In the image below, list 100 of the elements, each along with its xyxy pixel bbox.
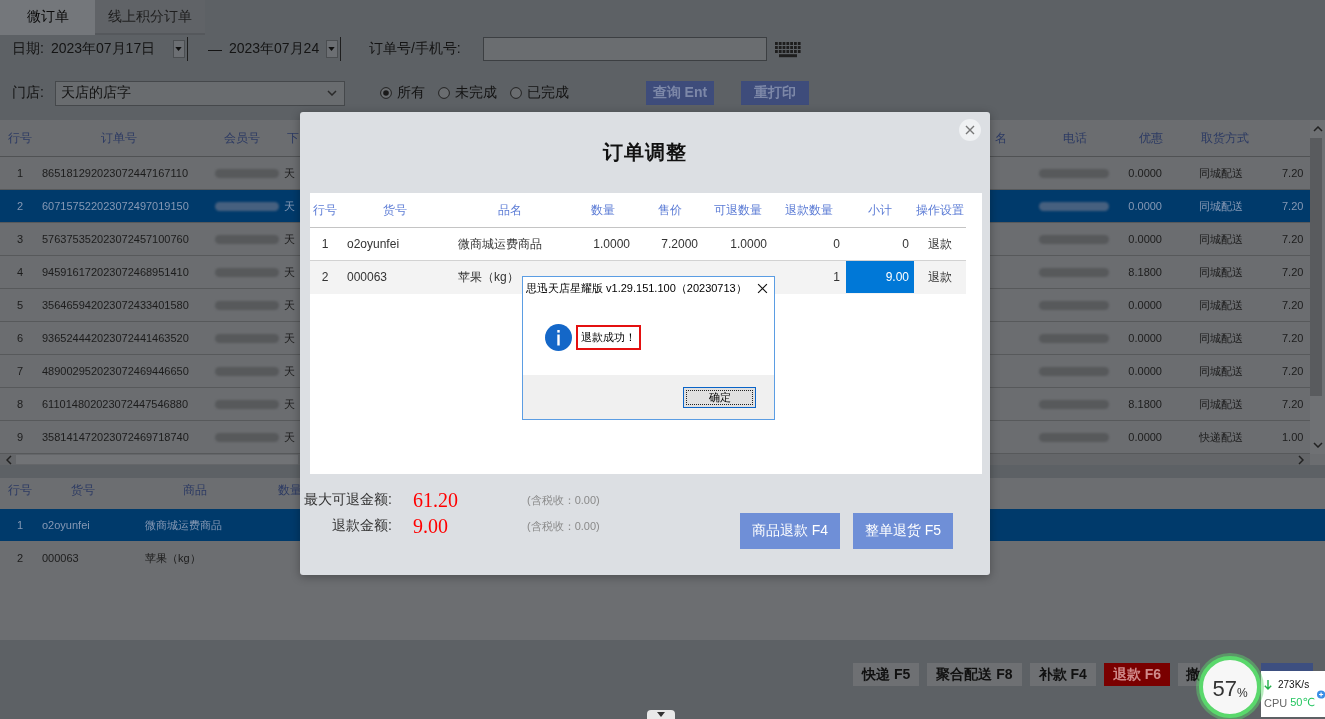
table-cell: 天 xyxy=(284,330,295,346)
cpu-label: CPU xyxy=(1264,696,1288,709)
table-cell: 天 xyxy=(284,231,295,247)
column-header: 数量 xyxy=(591,201,615,219)
table-cell: 苹果（kg） xyxy=(145,550,201,566)
gauge-value: 57 xyxy=(1212,676,1237,702)
column-header: 货号 xyxy=(70,482,95,499)
table-cell: 7.20 xyxy=(1282,266,1304,278)
table-cell: 1.00 xyxy=(1282,431,1304,443)
table-cell: 0.0000 xyxy=(1128,167,1162,179)
table-cell: 微商城运费商品 xyxy=(145,517,222,533)
table-cell: 1 xyxy=(321,237,329,251)
table-cell: 同城配送 xyxy=(1199,396,1243,412)
table-cell: 7.20 xyxy=(1282,299,1304,311)
table-cell: 7.20 xyxy=(1282,167,1304,179)
amount-label: 最大可退金额: xyxy=(303,491,392,509)
column-header: 取货方式 xyxy=(1201,129,1249,147)
table-cell: 865181292023072447167110 xyxy=(42,167,188,179)
table-cell: 0.0000 xyxy=(1128,233,1162,245)
field-label: 订单号/手机号: xyxy=(368,40,461,58)
table-cell: 8 xyxy=(16,398,24,410)
table-cell: 936524442023072441463520 xyxy=(42,332,189,344)
column-header: 电话 xyxy=(1063,129,1087,147)
column-header: 优惠 xyxy=(1139,129,1163,147)
table-cell: 0.0000 xyxy=(1128,200,1162,212)
column-header: 小计 xyxy=(868,201,892,219)
net-speed: 273K/s xyxy=(1278,679,1310,690)
amount-label: 退款金额: xyxy=(331,517,392,535)
table-cell: 同城配送 xyxy=(1199,198,1243,214)
table-cell: 0.0000 xyxy=(1128,332,1162,344)
field-label: 日期: xyxy=(12,40,44,58)
table-cell: 天 xyxy=(284,165,295,181)
table-cell: 2 xyxy=(16,200,24,212)
table-cell: 1 xyxy=(16,519,24,531)
table-cell: 2 xyxy=(16,552,24,564)
table-cell: 9 xyxy=(16,431,24,443)
amount-value: 9.00 xyxy=(413,514,449,538)
table-cell: 356465942023072433401580 xyxy=(42,299,189,311)
amount-value: 61.20 xyxy=(413,488,459,512)
tax-note: (含税收：0.00) xyxy=(527,492,600,508)
table-cell: 4 xyxy=(16,266,24,278)
table-cell: 1 xyxy=(16,167,24,179)
table-cell: 天 xyxy=(284,396,295,412)
table-cell: 天 xyxy=(284,429,295,445)
table-cell: 8.1800 xyxy=(1128,398,1162,410)
column-header: 行号 xyxy=(8,129,32,147)
table-cell: 358141472023072469718740 xyxy=(42,431,189,443)
column-header: 商品 xyxy=(183,482,207,499)
table-cell: 7.20 xyxy=(1282,200,1304,212)
column-header: 货号 xyxy=(383,201,407,219)
table-cell: 8.1800 xyxy=(1128,266,1162,278)
table-cell: 945916172023072468951410 xyxy=(42,266,189,278)
column-header: 品名 xyxy=(498,201,522,219)
table-cell: 7 xyxy=(16,365,24,377)
gauge-unit: % xyxy=(1236,686,1248,700)
table-cell: 0 xyxy=(833,237,840,251)
table-cell: 7.2000 xyxy=(661,237,698,251)
message-text: 退款成功！ xyxy=(576,324,641,350)
cpu-temp: 50℃ xyxy=(1290,696,1315,709)
table-cell: 同城配送 xyxy=(1199,297,1243,313)
table-cell: 同城配送 xyxy=(1199,330,1243,346)
table-cell: 000063 xyxy=(347,270,388,284)
table-cell: 苹果（kg） xyxy=(458,268,519,286)
table-cell: 000063 xyxy=(42,552,79,564)
table-cell: 天 xyxy=(284,198,295,214)
table-cell: o2oyunfei xyxy=(347,237,400,251)
table-cell: 天 xyxy=(284,297,295,313)
table-cell: 611014802023072447546880 xyxy=(42,398,188,410)
table-cell: 7.20 xyxy=(1282,365,1304,377)
table-cell: 7.20 xyxy=(1282,332,1304,344)
table-cell: 快递配送 xyxy=(1199,429,1243,445)
column-header: 行号 xyxy=(8,482,32,499)
table-cell: 7.20 xyxy=(1282,233,1304,245)
column-header: 行号 xyxy=(313,201,337,219)
table-cell: 同城配送 xyxy=(1199,363,1243,379)
table-cell: 0.0000 xyxy=(1128,299,1162,311)
table-cell: o2oyunfei xyxy=(42,519,90,531)
table-cell: 7.20 xyxy=(1282,398,1304,410)
column-header: 操作设置 xyxy=(916,201,964,219)
table-cell: 576375352023072457100760 xyxy=(42,233,189,245)
dialog-title: 订单调整 xyxy=(603,140,687,164)
column-header: 退款数量 xyxy=(785,201,833,219)
column-header: 名 xyxy=(995,129,1007,147)
column-header: 订单号 xyxy=(101,129,137,147)
table-cell: 6 xyxy=(16,332,24,344)
table-cell: 2 xyxy=(321,270,329,284)
table-cell: 天 xyxy=(284,264,295,280)
table-cell: 1.0000 xyxy=(730,237,767,251)
table-cell: 3 xyxy=(16,233,24,245)
table-cell: 489002952023072469446650 xyxy=(42,365,189,377)
table-cell: 同城配送 xyxy=(1199,231,1243,247)
table-cell: 1.0000 xyxy=(593,237,630,251)
table-cell: 天 xyxy=(284,363,295,379)
table-cell: 5 xyxy=(16,299,24,311)
field-label: 门店: xyxy=(12,84,44,102)
dialog-title: 思迅天店星耀版 v1.29.151.100（20230713） xyxy=(526,280,747,296)
date-separator: — xyxy=(207,41,222,57)
table-cell: 同城配送 xyxy=(1199,264,1243,280)
column-header: 下 xyxy=(287,129,299,147)
column-header: 售价 xyxy=(658,201,682,219)
